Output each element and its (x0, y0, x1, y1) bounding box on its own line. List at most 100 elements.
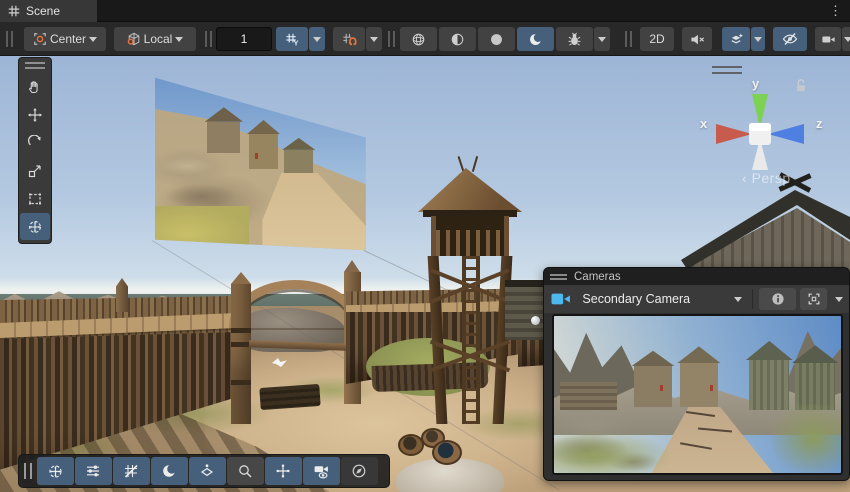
orientation-local-button[interactable]: Local (114, 27, 196, 51)
preview-house-green (749, 360, 789, 410)
effects-visibility-toggle[interactable] (189, 457, 226, 485)
grid-icon (8, 5, 20, 17)
grid-visibility-toggle[interactable] (113, 457, 150, 485)
camera-icon (551, 292, 570, 306)
overlay-drag-handle[interactable] (625, 31, 632, 47)
projection-toggle[interactable]: ‹ Persp (742, 170, 791, 186)
chevron-down-icon (313, 37, 321, 42)
two-d-label: 2D (649, 32, 664, 46)
grid-axis-dropdown[interactable] (309, 27, 325, 51)
camera-selector-dropdown[interactable]: Secondary Camera (576, 288, 748, 310)
debug-dropdown[interactable] (594, 27, 610, 51)
kebab-vertical-icon[interactable]: ⋮ (829, 2, 842, 20)
tool-scale[interactable] (20, 157, 50, 184)
grid-slash-icon (123, 463, 139, 479)
tower-cabin (431, 216, 509, 256)
wireframe-sphere-button[interactable] (400, 27, 437, 51)
tool-transform[interactable] (20, 213, 50, 240)
tool-view-pan[interactable] (20, 73, 50, 100)
gate-band (231, 328, 251, 333)
video-camera-icon (821, 32, 836, 47)
hidden-objects-button[interactable] (773, 27, 807, 51)
lighting-toggle[interactable] (151, 457, 188, 485)
axis-z-cone[interactable] (768, 124, 804, 144)
compass-toggle[interactable] (341, 457, 378, 485)
vertex-snap-toggle[interactable] (265, 457, 302, 485)
scene-viewport[interactable]: y x z ‹ Persp (0, 56, 850, 492)
rotate-icon (27, 135, 43, 151)
grid-axis-y-button[interactable]: Y (276, 27, 308, 51)
filled-circle-button[interactable] (478, 27, 515, 51)
cameras-panel-header[interactable]: Cameras (544, 268, 849, 285)
tower-finial (458, 156, 465, 172)
eye-slash-icon (782, 31, 798, 47)
grid-size-input[interactable] (216, 27, 272, 51)
chevron-down-icon (89, 37, 97, 42)
chevron-down-icon (370, 37, 378, 42)
tab-scene[interactable]: Scene (0, 0, 97, 22)
axis-y-label[interactable]: y (752, 76, 759, 91)
tool-rect[interactable] (20, 185, 50, 212)
camera-focus-button[interactable] (800, 288, 827, 310)
axis-x-label[interactable]: x (700, 116, 707, 131)
dark-pit-steps (259, 384, 320, 410)
camera-info-button[interactable] (759, 288, 796, 310)
half-shaded-sphere-button[interactable] (439, 27, 476, 51)
tool-rotate[interactable] (20, 129, 50, 156)
axis-x-cone[interactable] (716, 124, 752, 144)
debug-bug-button[interactable] (556, 27, 593, 51)
camera-selector-value: Secondary Camera (576, 292, 734, 306)
vertex-snap-icon (275, 463, 291, 479)
scale-icon (27, 163, 43, 179)
gate-band (231, 380, 251, 385)
divider (752, 289, 753, 309)
red-door (255, 153, 258, 159)
cameras-panel-more-button[interactable] (831, 288, 847, 310)
axis-y-cone[interactable] (752, 94, 768, 128)
move-arrows-icon (27, 107, 43, 123)
camera-eye-icon (313, 463, 330, 480)
effects-button[interactable] (722, 27, 750, 51)
red-banner (710, 385, 713, 391)
grid-snap-button[interactable] (333, 27, 365, 51)
overlay-drag-handle[interactable] (388, 31, 395, 47)
tab-label: Scene (26, 4, 60, 18)
search-toggle[interactable] (227, 457, 264, 485)
overlay-drag-handle[interactable] (25, 62, 45, 69)
overlay-drag-handle[interactable] (24, 463, 32, 479)
two-d-button[interactable]: 2D (640, 27, 674, 51)
transform-gizmo-icon (47, 463, 64, 480)
grid-snap-dropdown[interactable] (366, 27, 382, 51)
svg-text:Y: Y (293, 38, 298, 46)
gizmos-toggle[interactable] (37, 457, 74, 485)
scene-camera-button[interactable] (815, 27, 841, 51)
scene-gizmo-overlay: y x z ‹ Persp (690, 58, 850, 208)
tool-move[interactable] (20, 101, 50, 128)
chevron-down-icon (598, 37, 606, 42)
pivot-center-button[interactable]: Center (24, 27, 106, 51)
tower-roof (418, 168, 522, 212)
axis-gizmo[interactable] (700, 72, 820, 182)
overlay-drag-handle[interactable] (6, 31, 13, 47)
grid-snap-magnet-icon (342, 32, 357, 47)
preview-grass-left (554, 432, 669, 473)
pivot-label: Center (50, 32, 86, 46)
unity-scene-window: Scene ⋮ Center Local Y (0, 0, 850, 492)
moon-toggle-button[interactable] (517, 27, 554, 51)
cameras-panel-title: Cameras (574, 271, 621, 283)
overlay-drag-handle[interactable] (205, 31, 212, 47)
effects-dropdown[interactable] (751, 27, 765, 51)
audio-mute-button[interactable] (682, 27, 712, 51)
magnifier-icon (237, 463, 253, 479)
red-banner (660, 385, 663, 391)
scene-toolbar: Center Local Y (0, 22, 850, 56)
axis-z-label[interactable]: z (816, 116, 823, 131)
scene-settings-toggle[interactable] (75, 457, 112, 485)
camera-preview-toggle[interactable] (303, 457, 340, 485)
camera-dropdown[interactable] (842, 27, 850, 51)
compass-icon (351, 463, 367, 479)
transform-icon (27, 219, 43, 235)
overlay-drag-handle[interactable] (550, 274, 567, 280)
half-shaded-sphere-icon (450, 32, 465, 47)
wireframe-sphere-icon (411, 32, 426, 47)
